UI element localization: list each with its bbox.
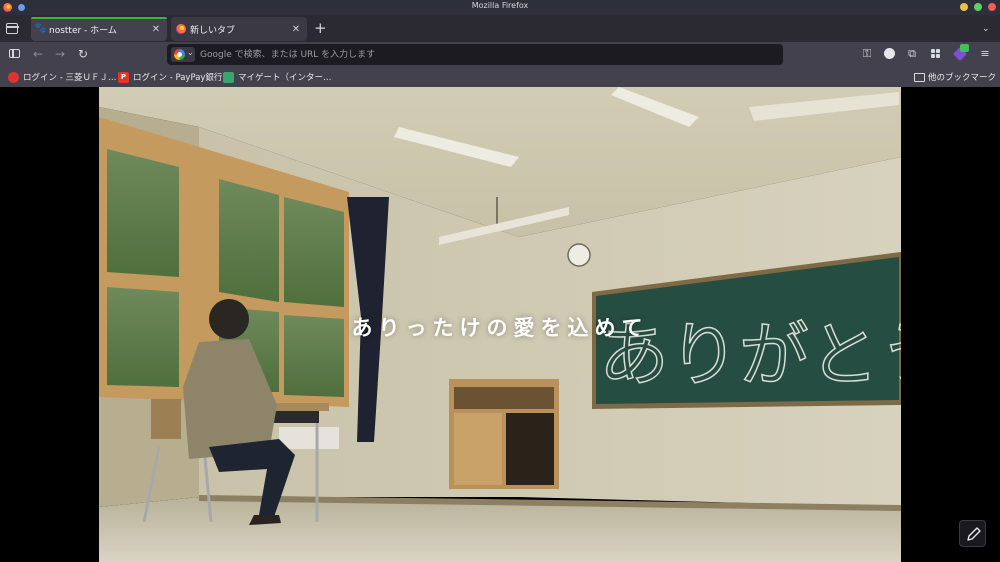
other-bookmarks-label: 他のブックマーク (928, 73, 997, 83)
bookmark-label: ログイン - PayPay銀行 (133, 73, 223, 83)
forward-arrow-icon[interactable]: → (53, 47, 67, 61)
tab-strip: 🐾 nostter - ホーム ✕ 新しいタブ ✕ + ⌄ (0, 15, 1000, 42)
chevron-down-icon[interactable]: ⌄ (982, 24, 990, 34)
close-tab-icon[interactable]: ✕ (149, 24, 163, 35)
paypay-icon: P (118, 71, 129, 83)
new-tab-button[interactable]: + (314, 21, 327, 36)
other-bookmarks[interactable]: 他のブックマーク (914, 71, 996, 83)
mufg-icon (8, 71, 19, 83)
bookmarks-toolbar: ログイン - 三菱ＵＦＪ… P ログイン - PayPay銀行 マイゲート（イン… (0, 67, 1000, 87)
bookmark-mygate[interactable]: マイゲート（インター… (223, 71, 332, 83)
search-engine-button[interactable]: ⌄ (171, 47, 195, 62)
edit-button[interactable] (959, 520, 986, 547)
tab-label: 新しいタブ (190, 25, 236, 36)
page-content: ありがとう ありったけの愛を込めて (0, 87, 1000, 562)
close-tab-icon[interactable]: ✕ (289, 24, 303, 35)
navigation-toolbar: ← → ↻ ⌄ ⚿ ⧉ ≡ (0, 42, 1000, 67)
account-icon[interactable] (882, 47, 896, 61)
classroom-image: ありがとう ありったけの愛を込めて (99, 87, 901, 562)
back-arrow-icon[interactable]: ← (31, 47, 45, 61)
firefox-icon (176, 24, 186, 34)
chevron-down-icon: ⌄ (187, 48, 194, 57)
hamburger-menu-icon[interactable]: ≡ (978, 47, 992, 61)
url-bar[interactable]: ⌄ (167, 44, 783, 65)
overlay-caption: ありったけの愛を込めて (351, 316, 649, 340)
close-window-button[interactable] (988, 3, 996, 11)
firefox-view-icon[interactable] (5, 23, 19, 34)
bookmark-paypay[interactable]: P ログイン - PayPay銀行 (118, 71, 222, 83)
reload-icon[interactable]: ↻ (76, 47, 90, 61)
tab-new-tab[interactable]: 新しいタブ ✕ (171, 17, 307, 41)
tab-nostter[interactable]: 🐾 nostter - ホーム ✕ (31, 17, 167, 41)
tab-label: nostter - ホーム (49, 25, 117, 36)
title-bar: Mozilla Firefox (0, 0, 1000, 15)
folder-icon (914, 72, 925, 82)
mygate-icon (223, 71, 234, 83)
window-title: Mozilla Firefox (471, 1, 529, 10)
apps-grid-icon[interactable] (929, 47, 943, 61)
minimize-button[interactable] (960, 3, 968, 11)
url-input[interactable] (200, 47, 770, 62)
key-icon[interactable]: ⚿ (860, 47, 874, 61)
google-icon (174, 49, 185, 60)
extensions-icon[interactable]: ⧉ (905, 47, 919, 61)
bookmark-label: ログイン - 三菱ＵＦＪ… (23, 73, 117, 83)
bookmark-mufg[interactable]: ログイン - 三菱ＵＦＪ… (8, 71, 116, 83)
paw-icon: 🐾 (34, 23, 47, 34)
sidebar-icon[interactable] (8, 47, 22, 61)
extension-badge-icon[interactable] (952, 44, 969, 62)
bookmark-label: マイゲート（インター… (238, 73, 332, 83)
maximize-button[interactable] (974, 3, 982, 11)
pencil-icon (967, 527, 981, 541)
